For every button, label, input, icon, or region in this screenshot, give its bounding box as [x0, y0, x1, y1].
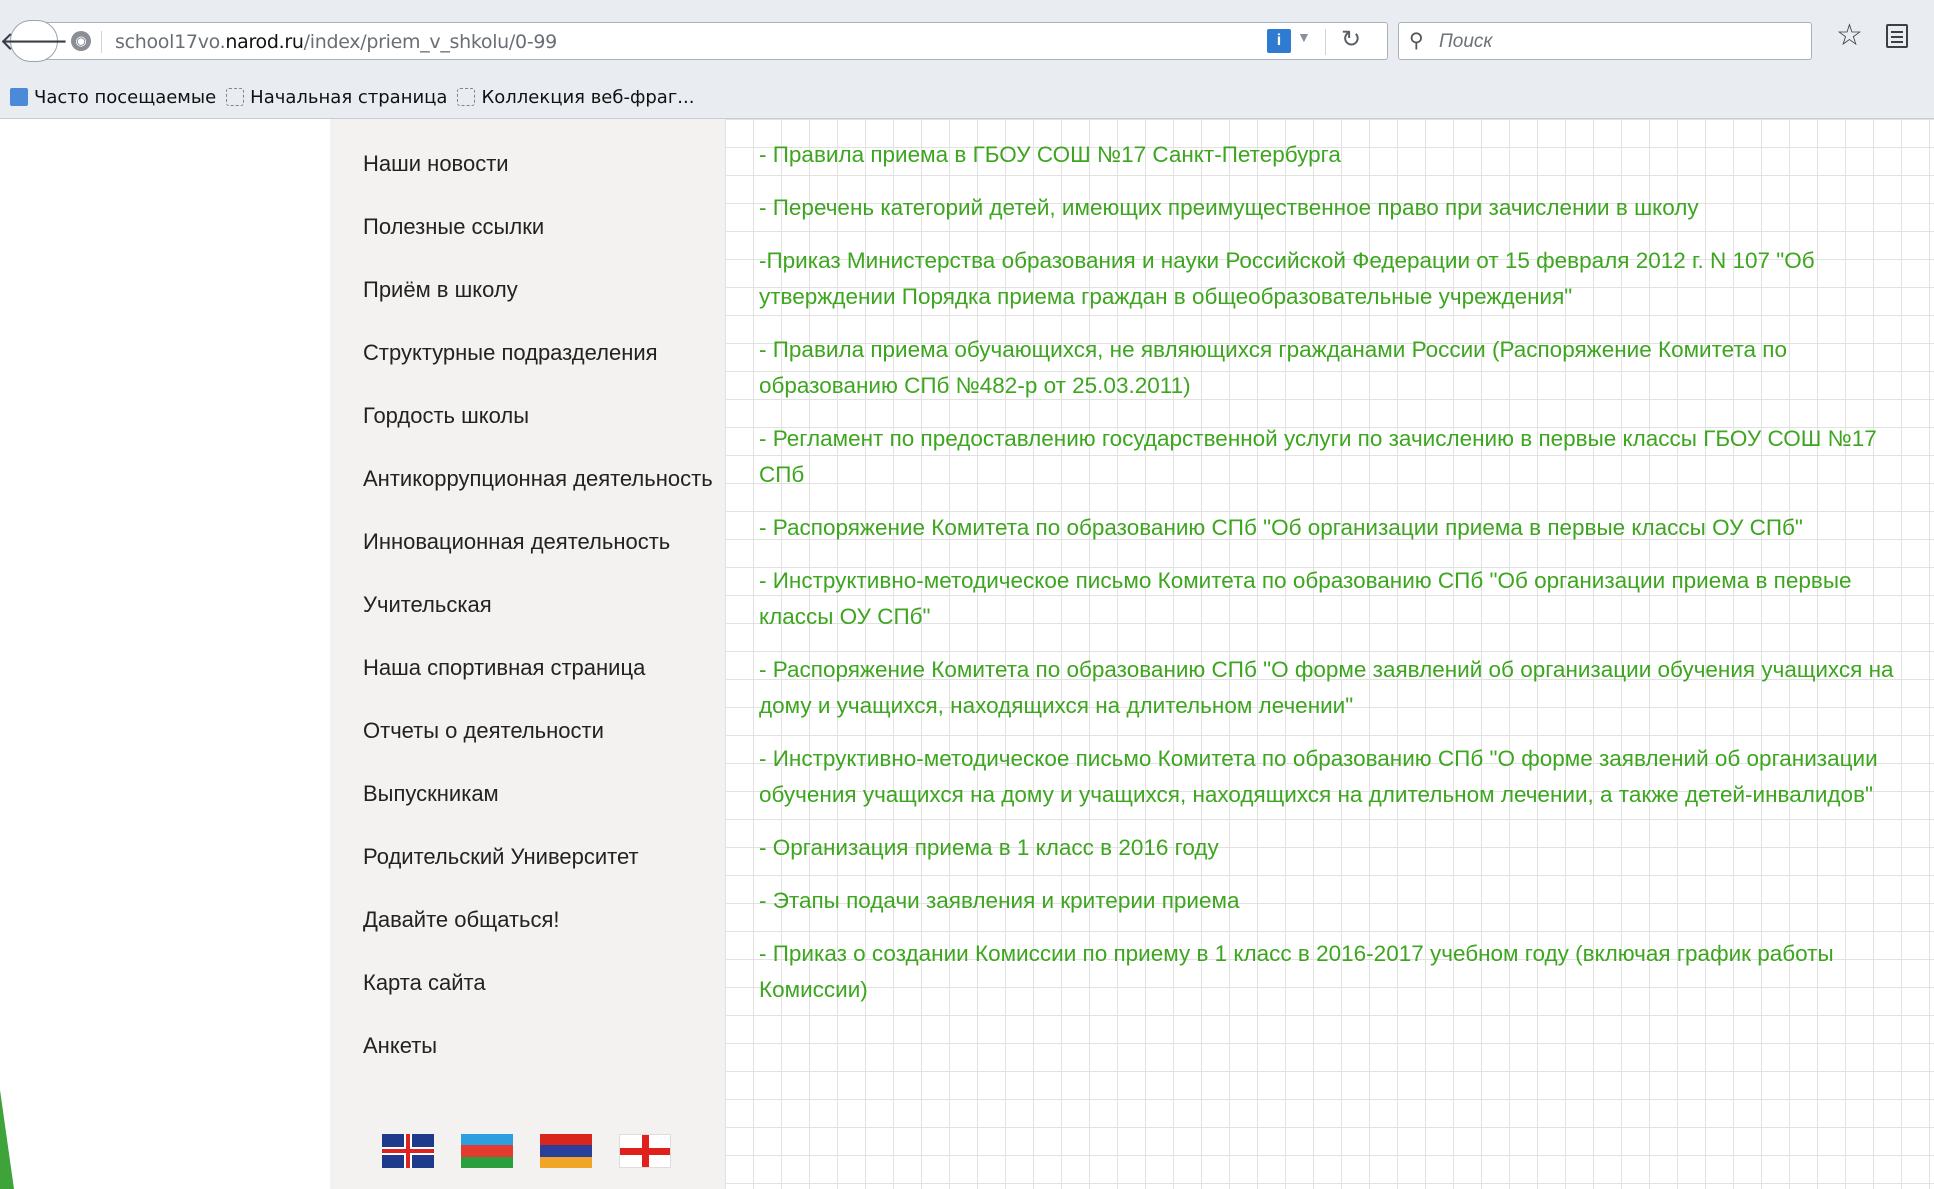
chevron-down-icon[interactable]: ▼ [1297, 29, 1311, 45]
url-separator [101, 31, 102, 53]
georgia-flag-icon[interactable] [619, 1134, 671, 1168]
sidebar-item-pride[interactable]: Гордость школы [363, 399, 713, 433]
sidebar-item-departments[interactable]: Структурные подразделения [363, 336, 713, 370]
address-bar[interactable]: ◉ school17vo.narod.ru/index/priem_v_shko… [40, 22, 1388, 60]
sidebar-item-communicate[interactable]: Давайте общаться! [363, 903, 713, 937]
link-instruction-letter-first-grade[interactable]: - Инструктивно-методическое письмо Комит… [759, 563, 1924, 635]
main-content: - Правила приема в ГБОУ СОШ №17 Санкт-Пе… [725, 119, 1934, 1189]
slide-corner-accent [0, 1090, 14, 1189]
sidebar-item-news[interactable]: Наши новости [363, 147, 713, 181]
sidebar-item-admission[interactable]: Приём в школу [363, 273, 713, 307]
url-text[interactable]: school17vo.narod.ru/index/priem_v_shkolu… [115, 31, 557, 53]
url-prefix: school17vo. [115, 31, 226, 53]
azerbaijan-flag-icon[interactable] [461, 1134, 513, 1168]
bookmark-page-icon [10, 88, 28, 106]
bookmarks-toolbar: Часто посещаемые Начальная страница Колл… [0, 80, 694, 114]
link-committee-order-first-grade[interactable]: - Распоряжение Комитета по образованию С… [759, 510, 1924, 546]
link-foreign-students-rules[interactable]: - Правила приема обучающихся, не являющи… [759, 332, 1924, 404]
sidebar-item-anticorruption[interactable]: Антикоррупционная деятельность [363, 462, 713, 496]
bookmark-web-slices[interactable]: Коллекция веб-фраг... [481, 87, 694, 108]
bookmark-star-icon[interactable]: ☆ [1836, 18, 1863, 53]
sidebar-item-innovation[interactable]: Инновационная деятельность [363, 525, 713, 559]
search-placeholder: Поиск [1439, 31, 1493, 52]
armenia-flag-icon[interactable] [540, 1134, 592, 1168]
back-arrow-icon: 🡐 [0, 25, 69, 56]
link-instruction-letter-home-schooling[interactable]: - Инструктивно-методическое письмо Комит… [759, 741, 1924, 813]
sidebar: Наши новости Полезные ссылки Приём в шко… [330, 119, 725, 1189]
reader-list-icon[interactable] [1886, 24, 1908, 48]
link-committee-order-home-schooling[interactable]: - Распоряжение Комитета по образованию С… [759, 652, 1924, 724]
language-flags [382, 1134, 671, 1168]
uk-flag-icon[interactable] [382, 1134, 434, 1168]
back-button[interactable]: 🡐 [0, 20, 69, 62]
link-priority-categories[interactable]: - Перечень категорий детей, имеющих преи… [759, 190, 1924, 226]
reload-icon[interactable]: ↻ [1341, 25, 1361, 54]
sidebar-item-reports[interactable]: Отчеты о деятельности [363, 714, 713, 748]
browser-chrome: ◉ school17vo.narod.ru/index/priem_v_shko… [0, 0, 1934, 119]
bookmark-page-icon [226, 88, 245, 106]
bookmark-most-visited[interactable]: Часто посещаемые [34, 87, 216, 108]
document-links: - Правила приема в ГБОУ СОШ №17 Санкт-Пе… [759, 137, 1924, 1025]
search-icon: ⚲ [1409, 30, 1424, 52]
left-margin [0, 119, 330, 1189]
link-service-regulation[interactable]: - Регламент по предоставлению государств… [759, 421, 1924, 493]
link-admission-rules[interactable]: - Правила приема в ГБОУ СОШ №17 Санкт-Пе… [759, 137, 1924, 173]
sidebar-item-parents-university[interactable]: Родительский Университет [363, 840, 713, 874]
url-domain: narod.ru [225, 31, 304, 53]
link-commission-order[interactable]: - Приказ о создании Комиссии по приему в… [759, 936, 1924, 1008]
link-ministry-order-107[interactable]: -Приказ Министерства образования и науки… [759, 243, 1924, 315]
sidebar-item-graduates[interactable]: Выпускникам [363, 777, 713, 811]
web-page: Наши новости Полезные ссылки Приём в шко… [0, 119, 1934, 1189]
link-admission-2016[interactable]: - Организация приема в 1 класс в 2016 го… [759, 830, 1924, 866]
url-separator-2 [1325, 29, 1326, 55]
sidebar-item-sitemap[interactable]: Карта сайта [363, 966, 713, 1000]
sidebar-nav: Наши новости Полезные ссылки Приём в шко… [363, 147, 713, 1092]
bookmark-start-page[interactable]: Начальная страница [250, 87, 447, 108]
search-bar[interactable]: ⚲ Поиск [1398, 22, 1812, 60]
info-icon[interactable]: i [1267, 29, 1291, 53]
sidebar-item-surveys[interactable]: Анкеты [363, 1029, 713, 1063]
url-path: /index/priem_v_shkolu/0-99 [303, 31, 558, 53]
bookmark-page-icon [457, 88, 476, 106]
sidebar-item-useful-links[interactable]: Полезные ссылки [363, 210, 713, 244]
link-application-stages[interactable]: - Этапы подачи заявления и критерии прие… [759, 883, 1924, 919]
globe-icon: ◉ [71, 31, 91, 51]
sidebar-item-teachers[interactable]: Учительская [363, 588, 713, 622]
sidebar-item-sports[interactable]: Наша спортивная страница [363, 651, 713, 685]
